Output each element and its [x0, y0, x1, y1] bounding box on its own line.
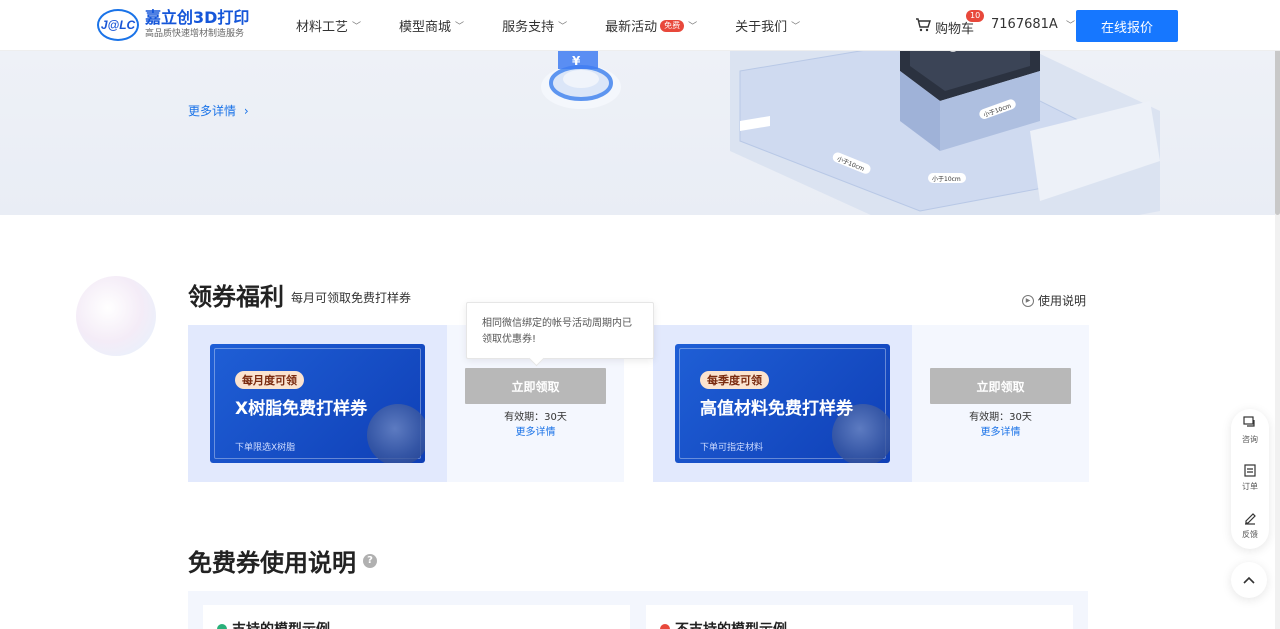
- coin-stand-illustration: ¥: [541, 51, 621, 109]
- top-navigation-bar: J@LC 嘉立创3D打印 高品质快速增材制造服务 材料工艺 ﹀ 模型商城 ﹀ 服务支…: [0, 0, 1280, 51]
- coupon-details-link[interactable]: 更多详情: [930, 423, 1071, 438]
- coupons-section-title: 领券福利: [188, 283, 284, 311]
- decorative-bubble: [76, 276, 156, 356]
- claim-coupon-button[interactable]: 立即领取: [930, 368, 1071, 404]
- chevron-down-icon: ﹀: [558, 22, 568, 32]
- feedback-button[interactable]: 反馈: [1231, 511, 1269, 540]
- supported-models-title: 支持的模型示例: [232, 619, 330, 629]
- free-badge: 免费: [660, 19, 685, 32]
- logo-title: 嘉立创3D打印: [145, 8, 250, 27]
- coin-icon: [367, 404, 425, 463]
- floating-toolbar: 咨询 订单 反馈: [1231, 409, 1269, 549]
- coupon-title: X树脂免费打样券: [235, 399, 368, 419]
- unsupported-models-card: 不支持的模型示例: [646, 605, 1073, 629]
- chevron-up-icon: [1243, 572, 1255, 588]
- logo-mark-icon: J@LC: [97, 9, 139, 41]
- coupon-description: 下单可指定材料: [700, 443, 764, 453]
- chevron-right-icon: ›: [243, 104, 249, 118]
- chevron-down-icon: ﹀: [791, 22, 801, 32]
- nav-item-activities[interactable]: 最新活动 免费 ﹀: [605, 16, 697, 35]
- coupons-section-subtitle: 每月可领取免费打样券: [291, 291, 412, 305]
- coupon-card-quarterly: 每季度可领 高值材料免费打样券 下单可指定材料 立即领取 有效期：30天 更多详…: [653, 325, 1089, 482]
- online-quote-button[interactable]: 在线报价: [1076, 10, 1178, 42]
- unsupported-models-title: 不支持的模型示例: [675, 619, 787, 629]
- usage-instructions-link[interactable]: ▶ 使用说明: [1022, 292, 1086, 309]
- usage-examples-panel: 支持的模型示例 不支持的模型示例: [188, 591, 1088, 629]
- hero-more-details-link[interactable]: 更多详情 ›: [188, 102, 249, 119]
- edit-icon: [1231, 511, 1269, 529]
- user-menu[interactable]: 7167681A ﹀: [991, 17, 1075, 32]
- hero-banner: 小于10cm 小于10cm 小于10cm ¥ 更多详情 ›: [0, 51, 1280, 215]
- nav-item-materials[interactable]: 材料工艺 ﹀: [296, 16, 361, 35]
- orders-button[interactable]: 订单: [1231, 463, 1269, 492]
- usage-section-title: 免费券使用说明 ?: [188, 543, 377, 578]
- chat-icon: [1231, 416, 1269, 434]
- cross-icon: [660, 624, 670, 629]
- chevron-down-icon: ﹀: [455, 22, 465, 32]
- main-nav: 材料工艺 ﹀ 模型商城 ﹀ 服务支持 ﹀ 最新活动 免费 ﹀ 关于我们 ﹀: [296, 0, 838, 51]
- chevron-down-icon: ﹀: [688, 22, 698, 32]
- nav-item-support[interactable]: 服务支持 ﹀: [502, 16, 567, 35]
- check-icon: [217, 624, 227, 629]
- coupon-ticket: 每月度可领 X树脂免费打样券 下单限选X树脂: [210, 344, 425, 463]
- nav-item-about[interactable]: 关于我们 ﹀: [735, 16, 800, 35]
- nav-item-model-store[interactable]: 模型商城 ﹀: [399, 16, 464, 35]
- claim-coupon-button[interactable]: 立即领取: [465, 368, 606, 404]
- back-to-top-button[interactable]: [1231, 562, 1267, 598]
- coupon-title: 高值材料免费打样券: [700, 399, 853, 419]
- dimension-label: 小于10cm: [932, 175, 961, 183]
- coupon-validity: 有效期：30天: [504, 412, 567, 423]
- coupon-tooltip: 相同微信绑定的帐号活动周期内已领取优惠券!: [466, 302, 654, 359]
- cart-icon: [915, 17, 931, 37]
- supported-models-card: 支持的模型示例: [203, 605, 630, 629]
- cart-button[interactable]: 购物车 10: [915, 10, 985, 37]
- coupon-ticket: 每季度可领 高值材料免费打样券 下单可指定材料: [675, 344, 890, 463]
- coupon-validity: 有效期：30天: [969, 412, 1032, 423]
- printer-illustration: 小于10cm 小于10cm 小于10cm: [730, 51, 1160, 215]
- coupon-details-link[interactable]: 更多详情: [465, 423, 606, 438]
- username: 7167681A: [991, 17, 1058, 32]
- logo[interactable]: J@LC 嘉立创3D打印 高品质快速增材制造服务: [97, 9, 249, 41]
- chevron-down-icon: ﹀: [1065, 21, 1075, 31]
- coupon-tag: 每月度可领: [235, 371, 304, 389]
- coupon-tag: 每季度可领: [700, 371, 769, 389]
- coupon-description: 下单限选X树脂: [235, 443, 296, 453]
- scrollbar-thumb[interactable]: [1275, 30, 1280, 215]
- clipboard-icon: [1231, 463, 1269, 481]
- svg-text:¥: ¥: [572, 54, 581, 68]
- help-icon[interactable]: ?: [363, 553, 377, 568]
- consult-button[interactable]: 咨询: [1231, 416, 1269, 445]
- chevron-down-icon: ﹀: [352, 22, 362, 32]
- play-icon: ▶: [1022, 294, 1034, 307]
- logo-subtitle: 高品质快速增材制造服务: [145, 29, 245, 39]
- cart-count-badge: 10: [966, 10, 985, 22]
